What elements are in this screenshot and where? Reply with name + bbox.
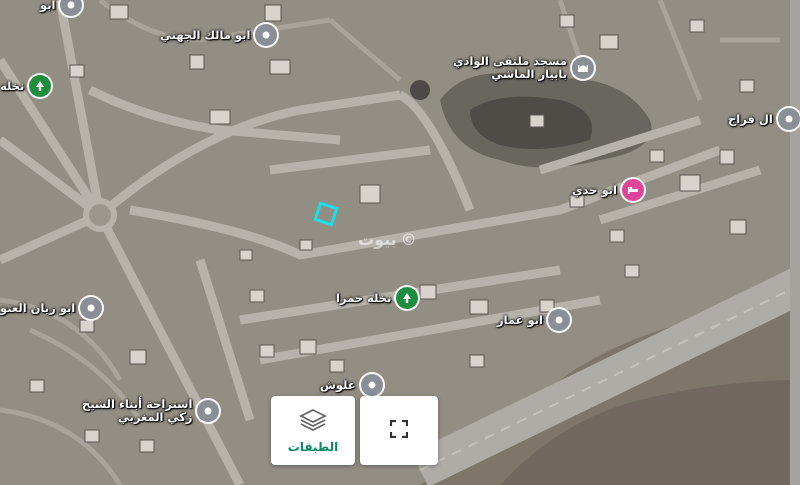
- place-icon: [80, 297, 103, 319]
- place-icon: [255, 24, 278, 46]
- poi-istiraha[interactable]: استراحة أبناء الشيخ زكي المغربي: [82, 397, 220, 424]
- poi-label: ابو حدي: [572, 182, 617, 197]
- poi-abu-ammar[interactable]: ابو عمار: [497, 309, 570, 331]
- poi-label: ال فراج: [728, 111, 773, 126]
- tree-icon: [29, 75, 52, 97]
- watermark-text: بيوت: [358, 230, 397, 249]
- poi-label: استراحة أبناء الشيخ زكي المغربي: [82, 397, 193, 424]
- layers-icon: [298, 408, 328, 436]
- place-icon: [547, 309, 570, 331]
- place-icon: [60, 0, 83, 16]
- place-icon: [777, 108, 800, 130]
- layers-label: الطبقات: [287, 439, 339, 454]
- fullscreen-icon: [389, 419, 409, 442]
- poi-label: نخله حمرا: [336, 290, 392, 305]
- poi-allush[interactable]: علوش: [320, 374, 383, 396]
- bed-icon: [621, 179, 644, 201]
- poi-label: ابو: [40, 0, 56, 12]
- place-icon: [197, 400, 220, 422]
- poi-label: نخله: [0, 78, 25, 93]
- place-icon: [360, 374, 383, 396]
- poi-label: ابو عمار: [497, 312, 543, 327]
- poi-label: ابو مالك الجهني: [160, 27, 251, 42]
- roundabout-center: [410, 80, 430, 100]
- tree-icon: [396, 287, 419, 309]
- poi-top-left[interactable]: ابو: [40, 0, 83, 16]
- poi-abu-rayan[interactable]: ابو ريان العتو: [0, 297, 103, 319]
- poi-label: علوش: [320, 377, 356, 392]
- poi-masjid[interactable]: مسجد ملتقى الوادي بابيار الماشي: [453, 54, 595, 81]
- roundabout: [83, 198, 117, 232]
- fullscreen-button[interactable]: [360, 396, 438, 465]
- poi-abu-hadi[interactable]: ابو حدي: [572, 179, 644, 201]
- east-highway: [790, 0, 800, 485]
- poi-nakhla-hamra[interactable]: نخله حمرا: [336, 287, 419, 309]
- poi-nakhla-left[interactable]: نخله: [0, 75, 52, 97]
- mosque-icon: [572, 57, 595, 79]
- poi-label: ابو ريان العتو: [0, 300, 76, 315]
- layers-button[interactable]: الطبقات: [271, 396, 355, 465]
- poi-abu-malik[interactable]: ابو مالك الجهني: [160, 24, 278, 46]
- poi-label: مسجد ملتقى الوادي بابيار الماشي: [453, 54, 568, 81]
- copyright-icon: ©: [400, 230, 417, 249]
- watermark: © بيوت: [358, 230, 417, 249]
- poi-al-faraj[interactable]: ال فراج: [728, 108, 800, 130]
